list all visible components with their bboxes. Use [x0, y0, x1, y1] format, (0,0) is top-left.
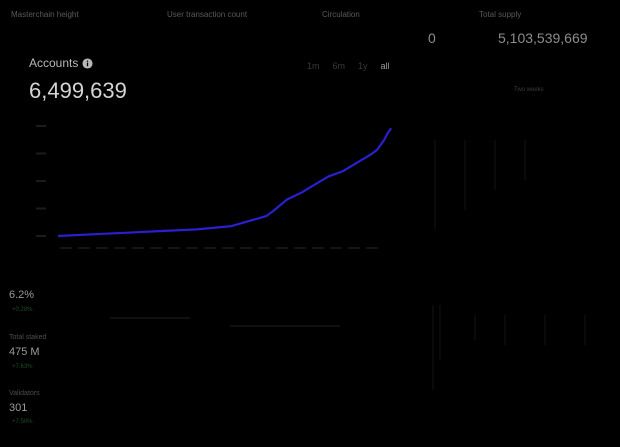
apy-value: 6.2% [9, 289, 35, 301]
x-tick-mark [312, 247, 324, 249]
info-icon[interactable] [82, 57, 93, 69]
side-panel-decoration [432, 140, 586, 390]
stat-label-total-supply: Total supply [479, 10, 522, 19]
stat-label-circulation: Circulation [322, 10, 360, 19]
x-tick-mark [204, 247, 216, 249]
validators-value: 301 [9, 402, 28, 414]
dashboard: Masterchain height User transaction coun… [0, 0, 620, 447]
x-tick-mark [366, 247, 378, 249]
range-selector: 1m 6m 1y all [307, 61, 390, 71]
accounts-title: Accounts [29, 56, 93, 70]
x-tick-mark [168, 247, 180, 249]
x-axis-ticks [60, 247, 378, 249]
stat-label-masterchain: Masterchain height [11, 10, 79, 19]
total-staked-change: +7.63% [12, 364, 33, 370]
x-tick-mark [60, 247, 72, 249]
stat-value-total-supply: 5,103,539,669 [498, 30, 588, 46]
x-tick-mark [294, 247, 306, 249]
x-tick-mark [78, 247, 90, 249]
range-1y[interactable]: 1y [358, 61, 368, 71]
accounts-series-line [57, 127, 393, 238]
range-6m[interactable]: 6m [333, 61, 346, 71]
stat-label-transactions: User transaction count [167, 10, 248, 19]
x-tick-mark [240, 247, 252, 249]
range-all[interactable]: all [381, 61, 390, 71]
range-1m[interactable]: 1m [307, 61, 320, 71]
x-tick-mark [186, 247, 198, 249]
top-stats: Masterchain height User transaction coun… [0, 0, 620, 50]
x-tick-mark [348, 247, 360, 249]
total-staked-value: 475 M [9, 346, 40, 358]
accounts-title-text: Accounts [29, 56, 79, 70]
y-tick-mark [36, 125, 46, 127]
y-tick-mark [36, 180, 46, 182]
accounts-value: 6,499,639 [29, 78, 127, 103]
x-tick-mark [276, 247, 288, 249]
apy-change: +0.28% [12, 307, 33, 313]
x-tick-mark [96, 247, 108, 249]
total-staked-label: Total staked [9, 334, 47, 341]
x-tick-mark [132, 247, 144, 249]
x-tick-mark [330, 247, 342, 249]
y-tick-mark [36, 235, 46, 237]
y-tick-mark [36, 207, 46, 210]
x-tick-mark [114, 247, 126, 249]
x-tick-mark [258, 247, 270, 249]
x-tick-mark [222, 247, 234, 249]
validators-label: Validators [9, 390, 40, 397]
x-tick-mark [150, 247, 162, 249]
metric-bars-decoration [110, 317, 340, 327]
y-axis-ticks [36, 125, 46, 237]
two-weeks-label: Two weeks [514, 87, 544, 93]
y-tick-mark [36, 152, 46, 155]
validators-change: +7.50% [12, 419, 33, 425]
accounts-chart [36, 125, 393, 249]
stat-value-circulation: 0 [428, 30, 436, 46]
